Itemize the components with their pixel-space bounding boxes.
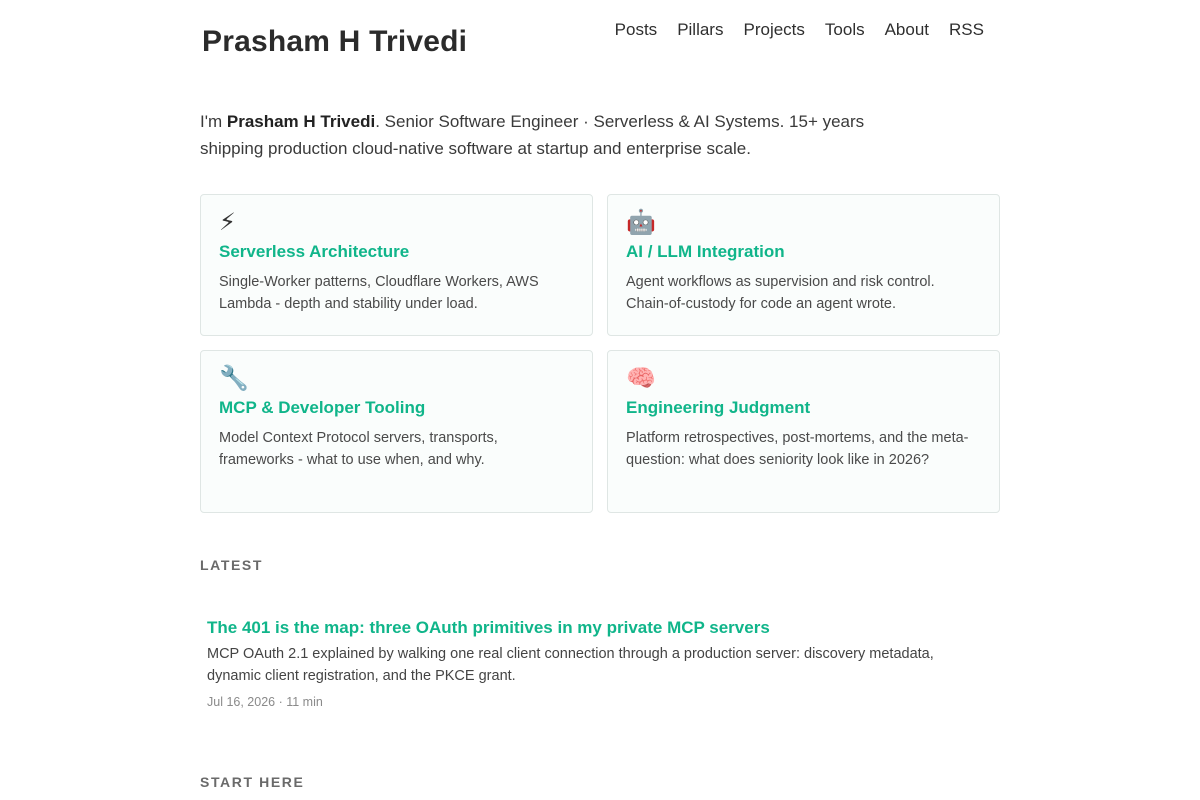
pillar-card-engineering-judgment[interactable]: 🧠 Engineering Judgment Platform retrospe…: [607, 350, 1000, 513]
latest-post: The 401 is the map: three OAuth primitiv…: [207, 616, 987, 710]
pillar-description: Platform retrospectives, post-mortems, a…: [626, 430, 969, 468]
robot-icon: 🤖: [626, 209, 656, 236]
pillar-title[interactable]: Engineering Judgment: [626, 396, 981, 420]
lightning-icon: ⚡: [219, 209, 236, 236]
pillar-title[interactable]: Serverless Architecture: [219, 240, 574, 264]
brain-icon: 🧠: [626, 365, 656, 392]
pillar-card-ai-llm[interactable]: 🤖 AI / LLM Integration Agent workflows a…: [607, 194, 1000, 336]
pillars-grid: ⚡ Serverless Architecture Single-Worker …: [200, 194, 1000, 513]
wrench-icon: 🔧: [219, 365, 249, 392]
start-here-heading: START HERE: [200, 774, 305, 790]
pillar-description: Single-Worker patterns, Cloudflare Worke…: [219, 274, 539, 312]
pillar-description: Model Context Protocol servers, transpor…: [219, 430, 498, 468]
nav-about[interactable]: About: [885, 19, 929, 41]
intro-name: Prasham H Trivedi: [226, 112, 376, 131]
post-title-link[interactable]: The 401 is the map: three OAuth primitiv…: [207, 616, 987, 640]
pillar-card-serverless[interactable]: ⚡ Serverless Architecture Single-Worker …: [200, 194, 593, 336]
pillar-title[interactable]: MCP & Developer Tooling: [219, 396, 574, 420]
pillar-description: Agent workflows as supervision and risk …: [626, 274, 935, 312]
intro-paragraph: I'm Prasham H Trivedi. Senior Software E…: [200, 108, 890, 162]
nav-posts[interactable]: Posts: [615, 19, 658, 41]
post-meta: Jul 16, 2026 · 11 min: [207, 695, 323, 709]
pillar-card-mcp-tooling[interactable]: 🔧 MCP & Developer Tooling Model Context …: [200, 350, 593, 513]
intro-prefix: I'm: [200, 112, 227, 131]
nav-tools[interactable]: Tools: [825, 19, 865, 41]
latest-heading: LATEST: [200, 557, 264, 573]
main-nav: Posts Pillars Projects Tools About RSS: [615, 19, 984, 41]
post-excerpt: MCP OAuth 2.1 explained by walking one r…: [207, 646, 934, 684]
nav-rss[interactable]: RSS: [949, 19, 984, 41]
nav-pillars[interactable]: Pillars: [677, 19, 723, 41]
site-title[interactable]: Prasham H Trivedi: [202, 24, 467, 60]
pillar-title[interactable]: AI / LLM Integration: [626, 240, 981, 264]
nav-projects[interactable]: Projects: [743, 19, 804, 41]
